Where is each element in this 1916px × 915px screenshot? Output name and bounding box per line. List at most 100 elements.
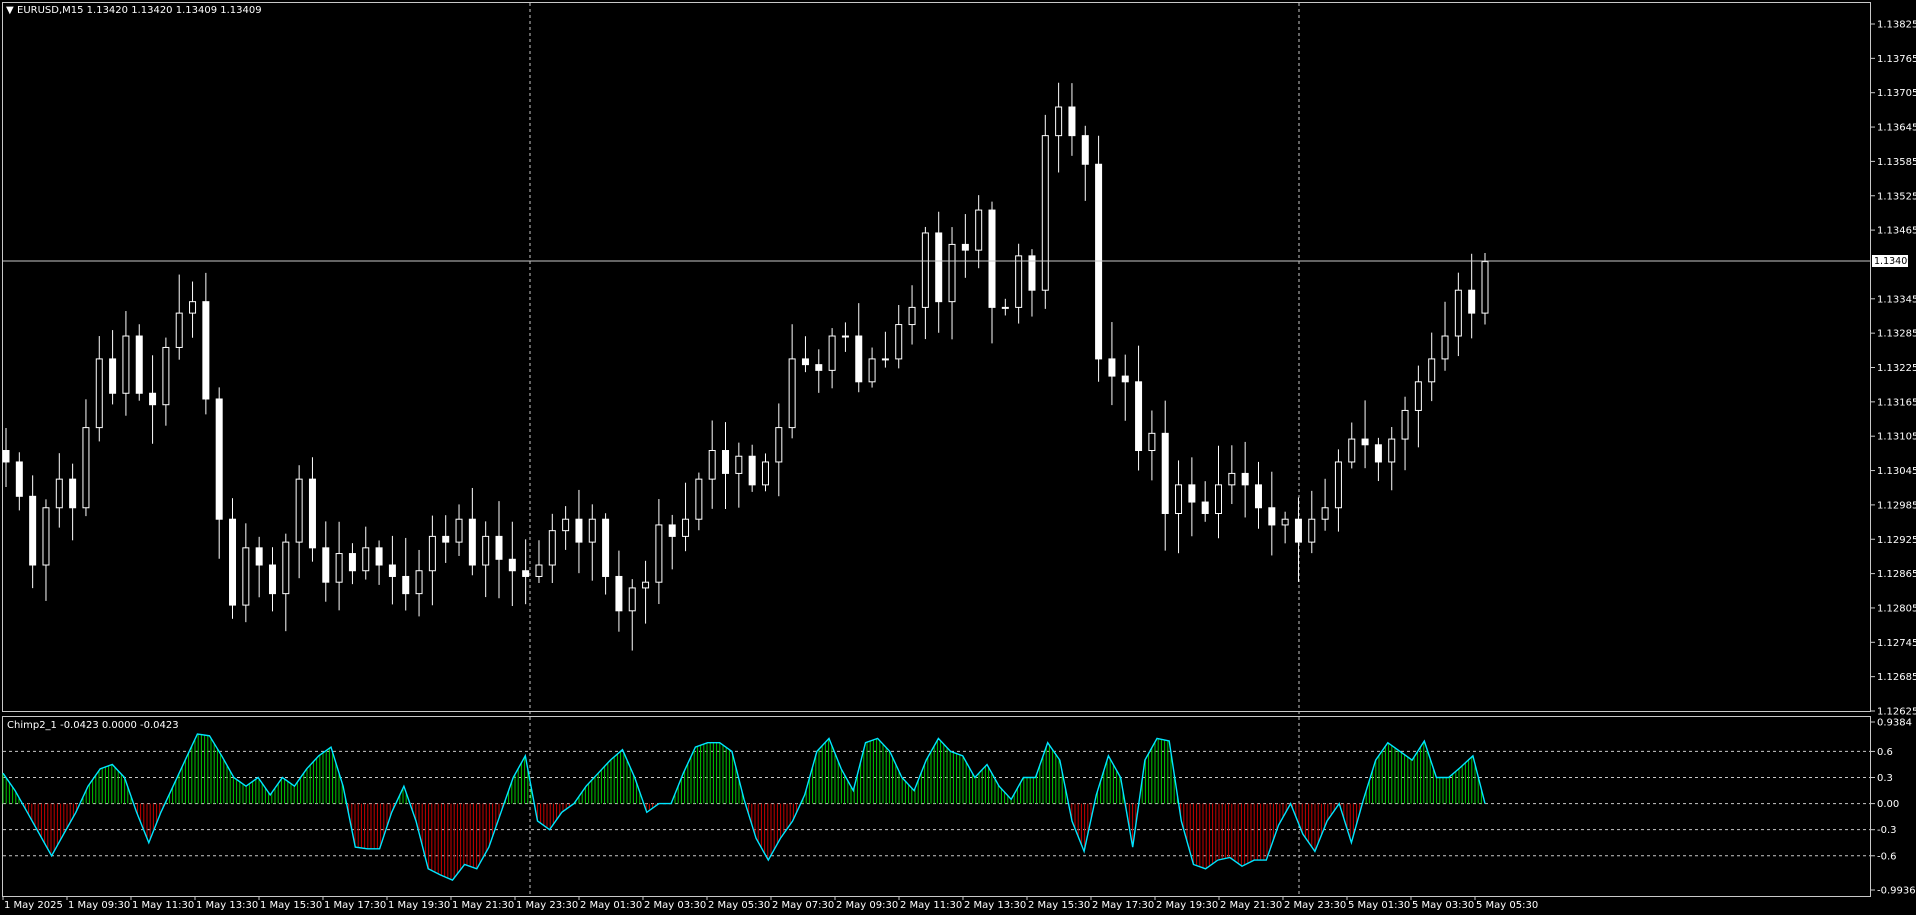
time-tick-label: 2 May 13:30 (964, 900, 1026, 911)
candle-bull (175, 312, 183, 348)
candle-bear (229, 518, 237, 606)
candle-bear (109, 358, 117, 394)
candle-bear (1068, 106, 1076, 137)
candle-bear (149, 392, 157, 406)
price-tick-label: 1.13045 (1877, 466, 1916, 477)
candle-bear (1268, 507, 1276, 526)
candle-bear (668, 524, 676, 537)
time-tick-label: 1 May 17:30 (324, 900, 386, 911)
candle-bear (468, 518, 476, 566)
candle-bull (335, 553, 343, 583)
price-tick-label: 1.12925 (1877, 535, 1916, 546)
candle-bull (1428, 358, 1436, 383)
indicator-tick-label: 0.9384 (1877, 718, 1912, 729)
candle-bull (455, 518, 463, 543)
candle-bear (442, 535, 450, 543)
main-header-arrow[interactable]: ▼ (6, 5, 14, 16)
candle-bull (189, 301, 197, 314)
price-tick-label: 1.13825 (1877, 20, 1916, 31)
candle-bear (508, 558, 516, 572)
candle-bull (868, 358, 876, 383)
candle-bear (402, 575, 410, 595)
candle-bull (1388, 438, 1396, 463)
candle-bull (55, 478, 63, 509)
indicator-tick-label: 0.00 (1877, 799, 1899, 810)
candle-bull (1321, 507, 1329, 520)
price-tick-label: 1.12985 (1877, 500, 1916, 511)
candle-bear (1081, 135, 1089, 165)
candle-bull (482, 535, 490, 566)
candle-bear (1254, 484, 1262, 509)
indicator-tick-label: -0.9936 (1877, 886, 1916, 897)
price-tick-label: 1.12625 (1877, 707, 1916, 718)
candle-bull (1215, 484, 1223, 514)
candle-bull (1414, 381, 1422, 411)
candle-bull (628, 587, 636, 612)
candle-bull (682, 518, 690, 537)
main-header-text: EURUSD,M15 1.13420 1.13420 1.13409 1.134… (17, 5, 262, 16)
candle-bull (1348, 438, 1356, 463)
time-tick-label: 2 May 03:30 (644, 900, 706, 911)
time-tick-label: 1 May 21:30 (452, 900, 514, 911)
indicator-tick-label: -0.3 (1877, 825, 1897, 836)
candle-bull (788, 358, 796, 429)
candle-bull (1015, 255, 1023, 308)
time-tick-label: 2 May 01:30 (580, 900, 642, 911)
candle-bear (15, 461, 23, 497)
candle-bear (1135, 381, 1143, 452)
candle-bear (255, 547, 263, 566)
candle-bear (2, 450, 10, 463)
price-tick-label: 1.13345 (1877, 294, 1916, 305)
price-tick-label: 1.13165 (1877, 397, 1916, 408)
candle-bull (1148, 432, 1156, 452)
candle-bull (82, 427, 90, 509)
candle-bear (202, 301, 210, 400)
candle-bull (695, 478, 703, 520)
candle-bull (828, 335, 836, 371)
candle-bear (348, 553, 356, 572)
indicator-tick-label: -0.6 (1877, 851, 1897, 862)
candle-bear (988, 209, 996, 308)
candle-bull (242, 547, 250, 606)
candle-bear (388, 564, 396, 577)
candle-bull (708, 450, 716, 480)
candle-bull (95, 358, 103, 429)
price-axis: 1.13825 1.13765 1.13705 1.13645 1.13585 1.135… (1870, 20, 1916, 718)
candle-bull (655, 524, 663, 583)
price-tick-label: 1.13465 (1877, 226, 1916, 237)
time-tick-label: 1 May 13:30 (196, 900, 258, 911)
candle-bull (428, 535, 436, 572)
candle-bear (1374, 444, 1382, 463)
candle-bear (1095, 163, 1103, 360)
candle-bull (975, 209, 983, 251)
candle-bear (815, 364, 823, 371)
time-tick-label: 2 May 17:30 (1092, 900, 1154, 911)
candle-bear (748, 455, 756, 486)
candle-bull (1055, 106, 1063, 137)
candle-bull (415, 570, 423, 595)
candle-bear (722, 450, 730, 474)
candle-bear (135, 335, 143, 394)
candle-bull (1481, 261, 1489, 314)
time-tick-label: 5 May 01:30 (1348, 900, 1410, 911)
candle-bull (42, 507, 50, 566)
candle-bear (575, 518, 583, 543)
candle-bear (1361, 438, 1369, 446)
price-tick-label: 1.13585 (1877, 157, 1916, 168)
candle-bull (921, 232, 929, 308)
time-tick-label: 1 May 11:30 (132, 900, 194, 911)
trading-chart[interactable]: 1.13825 1.13765 1.13705 1.13645 1.13585 1.135… (0, 0, 1916, 915)
candle-bull (562, 518, 570, 532)
candle-bull (1001, 306, 1009, 309)
price-tick-label: 1.12745 (1877, 638, 1916, 649)
candle-bear (1121, 375, 1129, 383)
candle-bear (961, 243, 969, 251)
candle-bear (1294, 518, 1302, 543)
candle-bull (841, 335, 849, 338)
candle-bear (1201, 501, 1209, 514)
candle-bull (1041, 135, 1049, 291)
time-tick-label: 1 May 19:30 (388, 900, 450, 911)
candle-bear (1468, 289, 1476, 314)
time-tick-label: 1 May 2025 (4, 900, 63, 911)
price-tick-label: 1.13645 (1877, 123, 1916, 134)
